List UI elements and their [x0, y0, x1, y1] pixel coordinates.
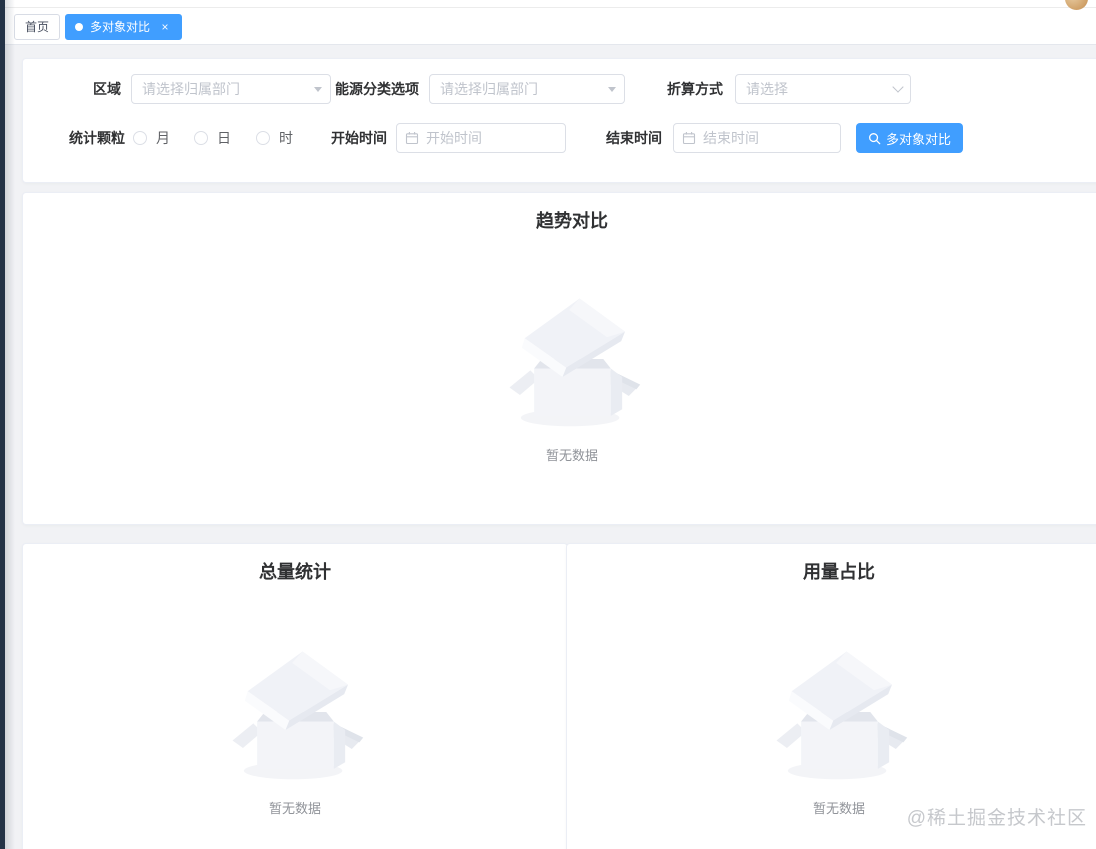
calendar-icon: [405, 132, 419, 145]
search-icon: [869, 132, 881, 144]
start-time-label: 开始时间: [331, 130, 387, 146]
empty-box-icon: [763, 642, 915, 784]
radio-option-hour[interactable]: 时: [256, 123, 293, 153]
chevron-down-icon: [892, 81, 904, 93]
select-caret-icon: [314, 87, 322, 96]
tab-home[interactable]: 首页: [14, 13, 61, 40]
tab-close-icon[interactable]: ×: [158, 20, 172, 34]
tab-multi-object-compare[interactable]: 多对象对比 ×: [65, 13, 183, 40]
watermark: @稀土掘金技术社区: [906, 808, 1087, 829]
end-time-picker[interactable]: [673, 123, 841, 153]
main-content: 区域 请选择归属部门 能源分类选项 请选择归属部门 折算方式 请选择 统计颗粒 …: [5, 45, 1096, 849]
radio-option-day[interactable]: 日: [194, 123, 231, 153]
energy-type-select-placeholder: 请选择归属部门: [440, 81, 538, 97]
end-time-label: 结束时间: [606, 130, 662, 146]
trend-empty-text: 暂无数据: [545, 448, 598, 463]
empty-box-icon: [219, 642, 371, 784]
radio-option-month[interactable]: 月: [133, 123, 170, 153]
radio-circle-icon: [194, 131, 208, 145]
start-time-input[interactable]: [426, 130, 557, 146]
sidebar-edge: [0, 0, 15, 849]
granularity-label: 统计颗粒: [69, 130, 125, 146]
conversion-select-placeholder: 请选择: [746, 81, 788, 97]
radio-hour-label: 时: [279, 130, 293, 146]
select-caret-icon: [608, 87, 616, 96]
ratio-empty-state: 暂无数据: [567, 642, 1096, 817]
app-window: 首页 多对象对比 × 区域 请选择归属部门 能源分类选项 请选择归属部门 折算方…: [0, 0, 1096, 849]
radio-circle-icon: [256, 131, 270, 145]
total-panel-title: 总量统计: [259, 562, 331, 582]
trend-compare-panel: 趋势对比 暂无数据: [22, 192, 1096, 525]
ratio-panel-title: 用量占比: [803, 562, 875, 582]
conversion-label: 折算方式: [667, 81, 723, 97]
trend-empty-state: 暂无数据: [23, 289, 1096, 464]
end-time-input[interactable]: [703, 130, 832, 146]
total-empty-state: 暂无数据: [23, 642, 567, 817]
active-tab-dot-icon: [75, 22, 84, 31]
empty-box-icon: [496, 289, 648, 431]
energy-type-select[interactable]: 请选择归属部门: [429, 74, 625, 104]
tab-bar: 首页 多对象对比 ×: [5, 9, 1096, 45]
total-empty-text: 暂无数据: [268, 801, 321, 816]
top-navbar: [5, 0, 1096, 8]
total-statistics-panel: 总量统计 暂无数据: [22, 543, 568, 849]
calendar-icon: [682, 132, 696, 145]
start-time-picker[interactable]: [396, 123, 566, 153]
filter-panel: 区域 请选择归属部门 能源分类选项 请选择归属部门 折算方式 请选择 统计颗粒 …: [22, 58, 1096, 183]
radio-day-label: 日: [217, 130, 231, 146]
ratio-empty-text: 暂无数据: [812, 801, 865, 816]
multi-object-compare-button-label: 多对象对比: [886, 131, 952, 147]
tab-multi-object-compare-label: 多对象对比: [90, 20, 151, 34]
region-label: 区域: [93, 81, 121, 97]
radio-month-label: 月: [156, 130, 170, 146]
energy-type-label: 能源分类选项: [335, 81, 419, 97]
tab-home-label: 首页: [25, 20, 50, 34]
region-select[interactable]: 请选择归属部门: [131, 74, 331, 104]
trend-panel-title: 趋势对比: [536, 211, 608, 231]
region-select-placeholder: 请选择归属部门: [142, 81, 240, 97]
radio-circle-icon: [133, 131, 147, 145]
multi-object-compare-button[interactable]: 多对象对比: [856, 123, 964, 153]
conversion-select[interactable]: 请选择: [735, 74, 911, 104]
